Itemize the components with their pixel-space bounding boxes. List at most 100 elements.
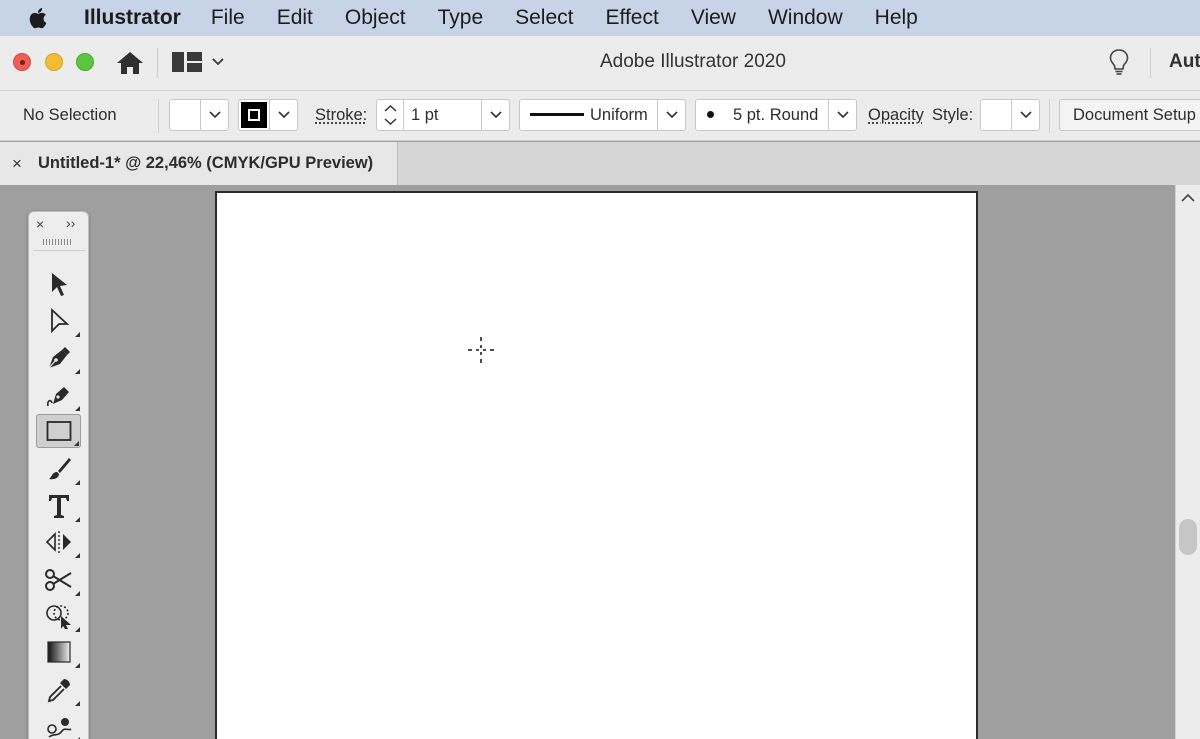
- flyout-indicator: [75, 517, 80, 522]
- zoom-window-button[interactable]: [76, 53, 94, 71]
- arrange-layout-icon: [172, 52, 202, 72]
- stroke-swatch[interactable]: [241, 102, 267, 128]
- close-window-button[interactable]: [13, 53, 31, 71]
- type-tool[interactable]: [36, 489, 81, 523]
- close-panel-icon[interactable]: ×: [36, 216, 44, 232]
- paintbrush-tool[interactable]: [36, 452, 81, 486]
- menu-object[interactable]: Object: [345, 6, 406, 30]
- apple-menu-icon[interactable]: [28, 5, 64, 31]
- shape-builder-tool[interactable]: [36, 599, 81, 633]
- divider: [1049, 99, 1050, 133]
- gradient-icon: [46, 640, 72, 664]
- menu-bar: Illustrator File Edit Object Type Select…: [0, 0, 1200, 36]
- blend-icon: [44, 713, 74, 739]
- divider: [1150, 48, 1151, 78]
- style-label: Style:: [932, 106, 973, 125]
- direct-selection-tool[interactable]: [36, 304, 81, 338]
- eyedropper-tool[interactable]: [36, 673, 81, 707]
- stroke-weight-stepper[interactable]: [377, 100, 404, 130]
- menu-select[interactable]: Select: [515, 6, 573, 30]
- app-menu[interactable]: Illustrator: [84, 6, 181, 30]
- stroke-weight-field[interactable]: 1 pt: [376, 99, 510, 131]
- brush-definition-dropdown[interactable]: 5 pt. Round: [695, 99, 857, 131]
- divider: [33, 250, 85, 251]
- stroke-weight-value[interactable]: 1 pt: [411, 106, 439, 125]
- chevron-down-icon[interactable]: [481, 100, 510, 130]
- selection-tool[interactable]: [36, 267, 81, 301]
- curvature-tool[interactable]: [36, 378, 81, 412]
- canvas-area[interactable]: [0, 185, 1175, 739]
- brush-dot-icon: [707, 111, 714, 118]
- stroke-profile-line-icon: [530, 113, 584, 116]
- flyout-indicator: [75, 332, 80, 337]
- flyout-indicator: [75, 406, 80, 411]
- shape-builder-icon: [44, 603, 74, 629]
- reflect-tool[interactable]: [36, 525, 81, 559]
- pen-tool[interactable]: [36, 341, 81, 375]
- home-icon[interactable]: [114, 48, 146, 78]
- panel-grip[interactable]: [43, 239, 73, 245]
- chevron-down-icon[interactable]: [828, 100, 857, 130]
- selection-status: No Selection: [23, 106, 117, 125]
- stroke-profile-label: Uniform: [590, 106, 648, 125]
- scrollbar-thumb[interactable]: [1179, 519, 1197, 555]
- type-icon: [47, 493, 71, 519]
- arrange-documents-button[interactable]: [172, 48, 234, 76]
- minimize-window-button[interactable]: [45, 53, 63, 71]
- menu-type[interactable]: Type: [438, 6, 484, 30]
- arrow-icon: [47, 271, 71, 297]
- eyedropper-icon: [46, 677, 72, 703]
- reflect-icon: [44, 529, 74, 555]
- flyout-indicator: [75, 553, 80, 558]
- menu-help[interactable]: Help: [875, 6, 918, 30]
- flyout-indicator: [75, 701, 80, 706]
- document-tab[interactable]: × Untitled-1* @ 22,46% (CMYK/GPU Preview…: [0, 142, 398, 185]
- menu-edit[interactable]: Edit: [277, 6, 313, 30]
- tools-panel: × ››: [28, 211, 89, 739]
- scissors-tool[interactable]: [36, 563, 81, 597]
- opacity-label[interactable]: Opacity: [868, 106, 924, 125]
- fill-swatch[interactable]: [172, 102, 198, 128]
- divider: [157, 48, 158, 78]
- stroke-profile-dropdown[interactable]: Uniform: [519, 99, 686, 131]
- close-tab-icon[interactable]: ×: [12, 154, 22, 174]
- pen-icon: [46, 345, 72, 371]
- artboard[interactable]: [215, 191, 978, 739]
- flyout-indicator: [75, 627, 80, 632]
- document-setup-button[interactable]: Document Setup: [1059, 99, 1200, 131]
- brush-label: 5 pt. Round: [733, 106, 818, 125]
- chevron-down-icon[interactable]: [1011, 100, 1040, 130]
- graphic-style-swatch[interactable]: [983, 102, 1009, 128]
- chevron-down-icon[interactable]: [200, 100, 229, 130]
- brush-icon: [46, 456, 72, 482]
- vertical-scrollbar[interactable]: [1175, 185, 1200, 739]
- menu-effect[interactable]: Effect: [606, 6, 659, 30]
- rectangle-tool[interactable]: [36, 414, 81, 448]
- fill-swatch-dropdown[interactable]: [169, 99, 229, 131]
- expand-panel-icon[interactable]: ››: [66, 215, 75, 231]
- scissors-icon: [44, 567, 74, 593]
- workspace-label[interactable]: Aut: [1169, 51, 1200, 73]
- hollow-arrow-icon: [47, 308, 71, 334]
- scroll-up-arrow-icon[interactable]: [1179, 191, 1197, 205]
- chevron-down-icon[interactable]: [269, 100, 298, 130]
- flyout-indicator: [74, 441, 79, 446]
- chevron-down-icon[interactable]: [657, 100, 686, 130]
- document-tab-title[interactable]: Untitled-1* @ 22,46% (CMYK/GPU Preview): [38, 154, 373, 173]
- window-title: Adobe Illustrator 2020: [600, 51, 786, 73]
- menu-view[interactable]: View: [691, 6, 736, 30]
- flyout-indicator: [75, 480, 80, 485]
- flyout-indicator: [75, 369, 80, 374]
- stroke-swatch-dropdown[interactable]: [238, 99, 298, 131]
- title-bar: Adobe Illustrator 2020 Aut: [0, 36, 1200, 91]
- document-tab-bar: × Untitled-1* @ 22,46% (CMYK/GPU Preview…: [0, 142, 1200, 185]
- stroke-label[interactable]: Stroke:: [315, 106, 367, 125]
- menu-file[interactable]: File: [211, 6, 245, 30]
- menu-window[interactable]: Window: [768, 6, 843, 30]
- lightbulb-icon[interactable]: [1108, 48, 1134, 78]
- control-bar: No Selection Stroke: 1 pt Uniform 5 pt. …: [0, 91, 1200, 141]
- gradient-tool[interactable]: [36, 635, 81, 669]
- blend-tool[interactable]: [36, 709, 81, 739]
- graphic-style-dropdown[interactable]: [980, 99, 1040, 131]
- rectangle-icon: [46, 420, 72, 442]
